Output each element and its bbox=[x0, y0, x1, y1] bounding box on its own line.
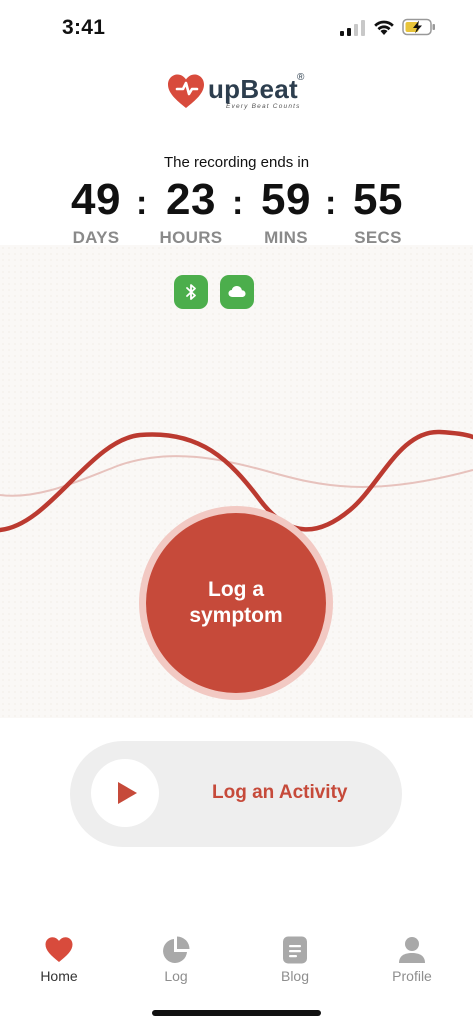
status-time: 3:41 bbox=[62, 16, 106, 39]
tab-label: Blog bbox=[280, 968, 310, 984]
registered-mark: ® bbox=[297, 72, 305, 83]
tab-home[interactable]: Home bbox=[14, 928, 104, 984]
tab-bar: Home Log Blog Profile bbox=[0, 928, 473, 998]
cloud-status-badge[interactable] bbox=[220, 275, 254, 309]
logo-tagline: Every Beat Counts bbox=[226, 103, 301, 110]
countdown-days: 49 DAYS bbox=[46, 176, 146, 248]
tab-blog[interactable]: Blog bbox=[250, 928, 340, 984]
bluetooth-icon bbox=[186, 284, 196, 300]
logo-wordmark: upBeat bbox=[208, 74, 298, 104]
cellular-signal-icon bbox=[340, 20, 365, 36]
tab-log[interactable]: Log bbox=[131, 928, 221, 984]
person-icon bbox=[399, 937, 425, 963]
countdown-value: 59 bbox=[261, 175, 311, 224]
cloud-icon bbox=[228, 286, 246, 297]
play-button[interactable] bbox=[91, 759, 159, 827]
countdown-value: 23 bbox=[166, 175, 216, 224]
recording-label: The recording ends in bbox=[163, 154, 310, 171]
heart-icon bbox=[45, 937, 73, 962]
pie-chart-icon bbox=[163, 936, 190, 963]
home-indicator bbox=[152, 1010, 321, 1016]
document-icon bbox=[283, 936, 307, 964]
app-logo: upBeat ® Every Beat Counts bbox=[166, 72, 311, 116]
countdown-timer: 49 DAYS : 23 HOURS : 59 MINS : 55 SECS bbox=[0, 176, 473, 250]
tab-label: Profile bbox=[392, 968, 432, 984]
countdown-mins: 59 MINS bbox=[236, 176, 336, 248]
tab-profile[interactable]: Profile bbox=[367, 928, 457, 984]
bluetooth-status-badge[interactable] bbox=[174, 275, 208, 309]
countdown-value: 55 bbox=[353, 175, 403, 224]
log-activity-label: Log an Activity bbox=[212, 782, 348, 803]
log-activity-button[interactable]: Log an Activity bbox=[70, 741, 402, 847]
countdown-secs: 55 SECS bbox=[328, 176, 428, 248]
wifi-icon bbox=[374, 20, 394, 35]
countdown-value: 49 bbox=[71, 175, 121, 224]
tab-label: Home bbox=[40, 968, 78, 984]
log-symptom-button[interactable]: Log a symptom bbox=[146, 513, 326, 693]
heart-logo-icon bbox=[168, 74, 204, 108]
play-icon bbox=[118, 782, 137, 804]
status-bar: 3:41 bbox=[0, 0, 473, 56]
countdown-hours: 23 HOURS bbox=[141, 176, 241, 248]
battery-charging-icon bbox=[402, 18, 435, 36]
tab-label: Log bbox=[164, 968, 188, 984]
